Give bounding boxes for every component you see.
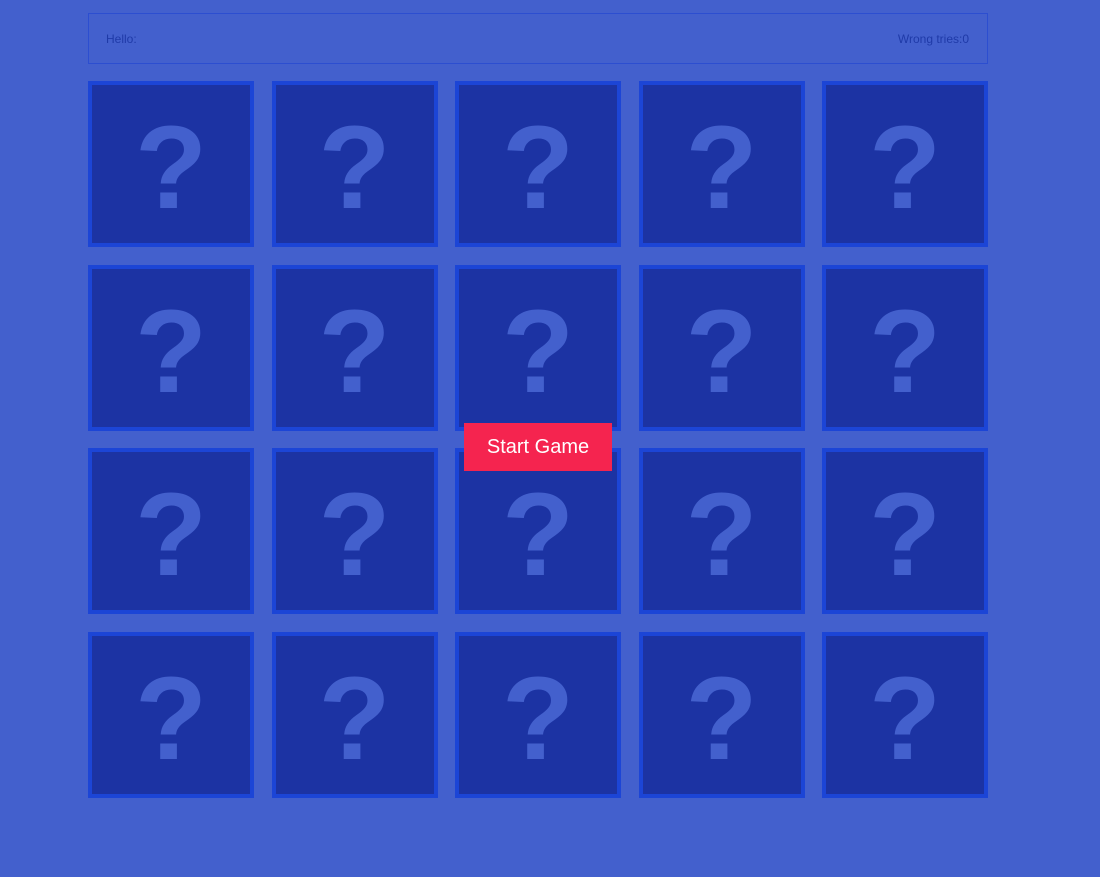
question-mark-icon: ? xyxy=(501,102,575,234)
memory-card[interactable]: ? xyxy=(455,631,621,798)
question-mark-icon: ? xyxy=(501,285,575,418)
question-mark-icon: ? xyxy=(685,102,758,234)
memory-card[interactable]: ? xyxy=(271,264,438,431)
memory-card[interactable]: ? xyxy=(455,448,621,614)
memory-card[interactable]: ? xyxy=(638,448,805,614)
question-mark-icon: ? xyxy=(685,285,758,418)
question-mark-icon: ? xyxy=(134,652,208,785)
memory-card[interactable]: ? xyxy=(638,631,805,798)
question-mark-icon: ? xyxy=(501,469,575,601)
question-mark-icon: ? xyxy=(868,102,942,234)
memory-card[interactable]: ? xyxy=(88,81,254,247)
question-mark-icon: ? xyxy=(868,285,942,418)
memory-card[interactable]: ? xyxy=(638,264,805,431)
memory-card[interactable]: ? xyxy=(88,631,254,798)
memory-card[interactable]: ? xyxy=(88,448,254,614)
memory-card[interactable]: ? xyxy=(88,264,254,431)
question-mark-icon: ? xyxy=(318,652,391,785)
wrong-tries-counter: Wrong tries:0 xyxy=(897,31,969,46)
memory-card[interactable]: ? xyxy=(822,264,988,431)
question-mark-icon: ? xyxy=(501,652,575,785)
question-mark-icon: ? xyxy=(318,102,391,234)
question-mark-icon: ? xyxy=(318,469,391,601)
memory-card[interactable]: ? xyxy=(271,448,438,614)
memory-card[interactable]: ? xyxy=(455,81,621,247)
question-mark-icon: ? xyxy=(868,469,942,601)
memory-card[interactable]: ? xyxy=(455,264,621,431)
question-mark-icon: ? xyxy=(134,469,208,601)
question-mark-icon: ? xyxy=(134,285,208,418)
memory-card[interactable]: ? xyxy=(822,448,988,614)
hello-label: Hello: xyxy=(106,31,137,46)
question-mark-icon: ? xyxy=(685,469,758,601)
question-mark-icon: ? xyxy=(685,652,758,785)
memory-card[interactable]: ? xyxy=(822,631,988,798)
question-mark-icon: ? xyxy=(868,652,942,785)
memory-card[interactable]: ? xyxy=(271,81,438,247)
memory-card[interactable]: ? xyxy=(822,81,988,247)
question-mark-icon: ? xyxy=(318,285,391,418)
status-bar: Hello: Wrong tries:0 xyxy=(88,13,988,64)
start-game-button[interactable]: Start Game xyxy=(464,423,612,471)
memory-card[interactable]: ? xyxy=(638,81,805,247)
memory-card[interactable]: ? xyxy=(271,631,438,798)
question-mark-icon: ? xyxy=(134,102,208,234)
